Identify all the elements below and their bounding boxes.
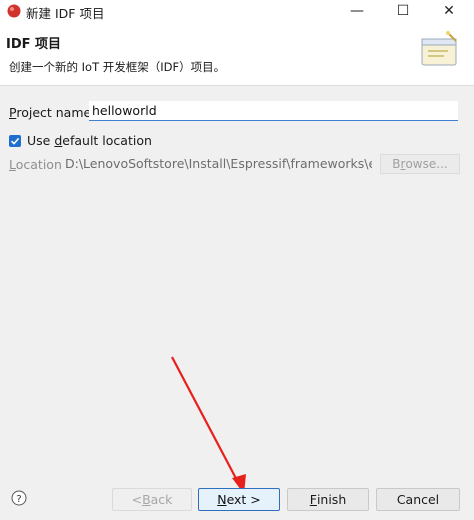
use-default-location-checkbox[interactable] xyxy=(9,135,21,147)
browse-button: Br owse... xyxy=(380,154,460,174)
help-question-icon[interactable]: ? xyxy=(11,490,27,506)
project-name-label: Project name: xyxy=(9,105,96,120)
checkmark-icon xyxy=(10,137,20,145)
cancel-button[interactable]: Cancel xyxy=(376,488,460,511)
maximize-button[interactable]: ☐ xyxy=(380,0,426,22)
window-title: 新建 IDF 项目 xyxy=(26,6,105,21)
app-icon xyxy=(7,4,21,18)
location-label: Location: xyxy=(9,157,67,172)
wizard-banner: IDF 项目 创建一个新的 IoT 开发框架（IDF）项目。 xyxy=(0,22,474,86)
project-name-input[interactable] xyxy=(89,101,458,121)
finish-button[interactable]: Finish xyxy=(287,488,369,511)
svg-text:?: ? xyxy=(16,494,21,505)
use-default-location-label[interactable]: Use default location xyxy=(27,133,152,148)
wizard-page-title: IDF 项目 xyxy=(6,37,62,52)
minimize-button[interactable]: — xyxy=(334,0,380,22)
wizard-page-description: 创建一个新的 IoT 开发框架（IDF）项目。 xyxy=(9,60,226,74)
back-button: < Back xyxy=(112,488,192,511)
window-titlebar: 新建 IDF 项目 — ☐ ✕ xyxy=(0,0,474,22)
close-button[interactable]: ✕ xyxy=(426,0,472,22)
next-button[interactable]: Next > xyxy=(198,488,280,511)
wizard-folder-icon xyxy=(421,31,457,66)
location-field: D:\LenovoSoftstore\Install\Espressif\fra… xyxy=(62,154,372,174)
